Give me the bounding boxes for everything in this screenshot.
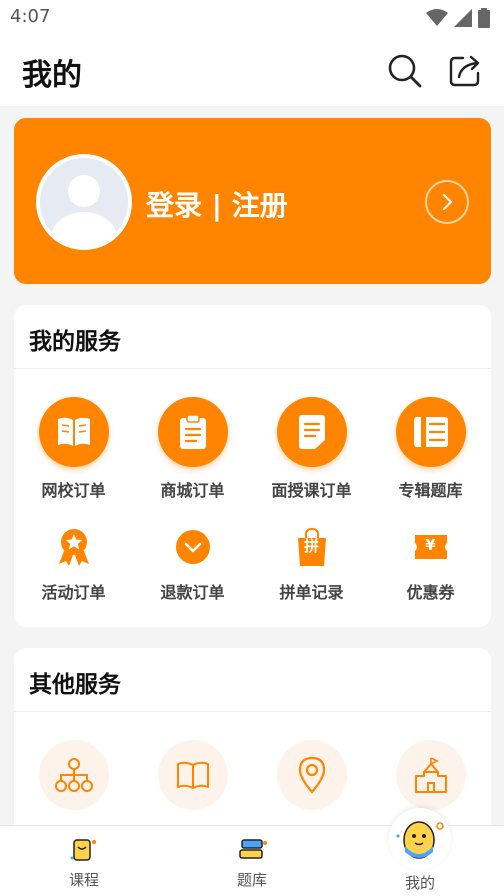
default-avatar-icon (40, 158, 128, 246)
service-item-mall-orders[interactable]: 商城订单 (133, 397, 252, 501)
service-item-activity-orders[interactable]: 活动订单 (14, 525, 133, 603)
wifi-icon (426, 9, 448, 26)
tab-course[interactable]: 课程 (0, 826, 168, 896)
search-button[interactable] (386, 52, 424, 90)
status-bar: 4:07 (0, 0, 504, 34)
status-icons (426, 8, 490, 28)
tab-question-bank[interactable]: 题库 (168, 826, 336, 896)
signal-icon (454, 9, 472, 27)
service-label: 活动订单 (41, 583, 106, 602)
coupon-icon-text: ¥ (425, 536, 436, 554)
divider (14, 711, 491, 712)
divider (14, 368, 491, 369)
search-icon (388, 54, 422, 88)
coupon-icon: ¥ (409, 525, 453, 569)
status-time: 4:07 (10, 6, 51, 27)
network-icon (38, 740, 109, 810)
document-icon (276, 397, 347, 467)
service-label: 网校订单 (41, 481, 106, 500)
list-icon (395, 397, 466, 467)
location-pin-icon (276, 740, 347, 810)
service-item-refund-orders[interactable]: 退款订单 (133, 525, 252, 603)
profile-arrow-button[interactable] (425, 180, 469, 224)
tab-label: 我的 (404, 874, 435, 892)
bag-icon-text: 拼 (303, 537, 319, 555)
mascot-icon (396, 821, 444, 859)
service-label: 优惠券 (406, 583, 455, 602)
bottom-tab-bar: 课程 题库 我的 (0, 808, 504, 896)
service-label: 退款订单 (160, 583, 225, 602)
page-header: 我的 (0, 34, 504, 106)
service-item-question-albums[interactable]: 专辑题库 (371, 397, 490, 501)
service-label: 商城订单 (160, 481, 225, 500)
my-services-card: 我的服务 网校订单 商城订单 面授课订单 专辑题库 活动订单 退款订单 拼 拼单… (14, 305, 491, 627)
service-item-coupons[interactable]: ¥ 优惠券 (371, 525, 490, 603)
open-book-icon (157, 740, 228, 810)
chevron-down-circle-icon (171, 525, 215, 569)
tab-label: 课程 (68, 871, 99, 889)
share-icon (449, 55, 480, 87)
service-item-online-orders[interactable]: 网校订单 (14, 397, 133, 501)
other-services-title: 其他服务 (29, 672, 121, 698)
shopping-bag-icon: 拼 (290, 525, 334, 569)
share-button[interactable] (446, 52, 484, 90)
tab-label: 题库 (236, 871, 267, 889)
service-item-group-buy-records[interactable]: 拼 拼单记录 (252, 525, 371, 603)
service-label: 拼单记录 (279, 583, 344, 602)
chevron-right-icon (443, 194, 452, 210)
book-icon (38, 397, 109, 467)
service-label: 专辑题库 (398, 481, 463, 500)
profile-card[interactable]: 登录 | 注册 (14, 118, 491, 284)
page-title: 我的 (22, 58, 82, 93)
tab-mine[interactable]: 我的 (336, 808, 504, 896)
login-register-link[interactable]: 登录 | 注册 (146, 184, 288, 224)
clipboard-icon (157, 397, 228, 467)
question-bank-icon (239, 839, 267, 859)
course-icon (70, 839, 96, 861)
avatar[interactable] (36, 154, 132, 250)
my-services-title: 我的服务 (29, 329, 121, 355)
battery-icon (478, 8, 490, 28)
service-item-offline-course-orders[interactable]: 面授课订单 (252, 397, 371, 501)
service-label: 面授课订单 (271, 481, 352, 500)
school-icon (395, 740, 466, 810)
medal-icon (52, 525, 96, 569)
